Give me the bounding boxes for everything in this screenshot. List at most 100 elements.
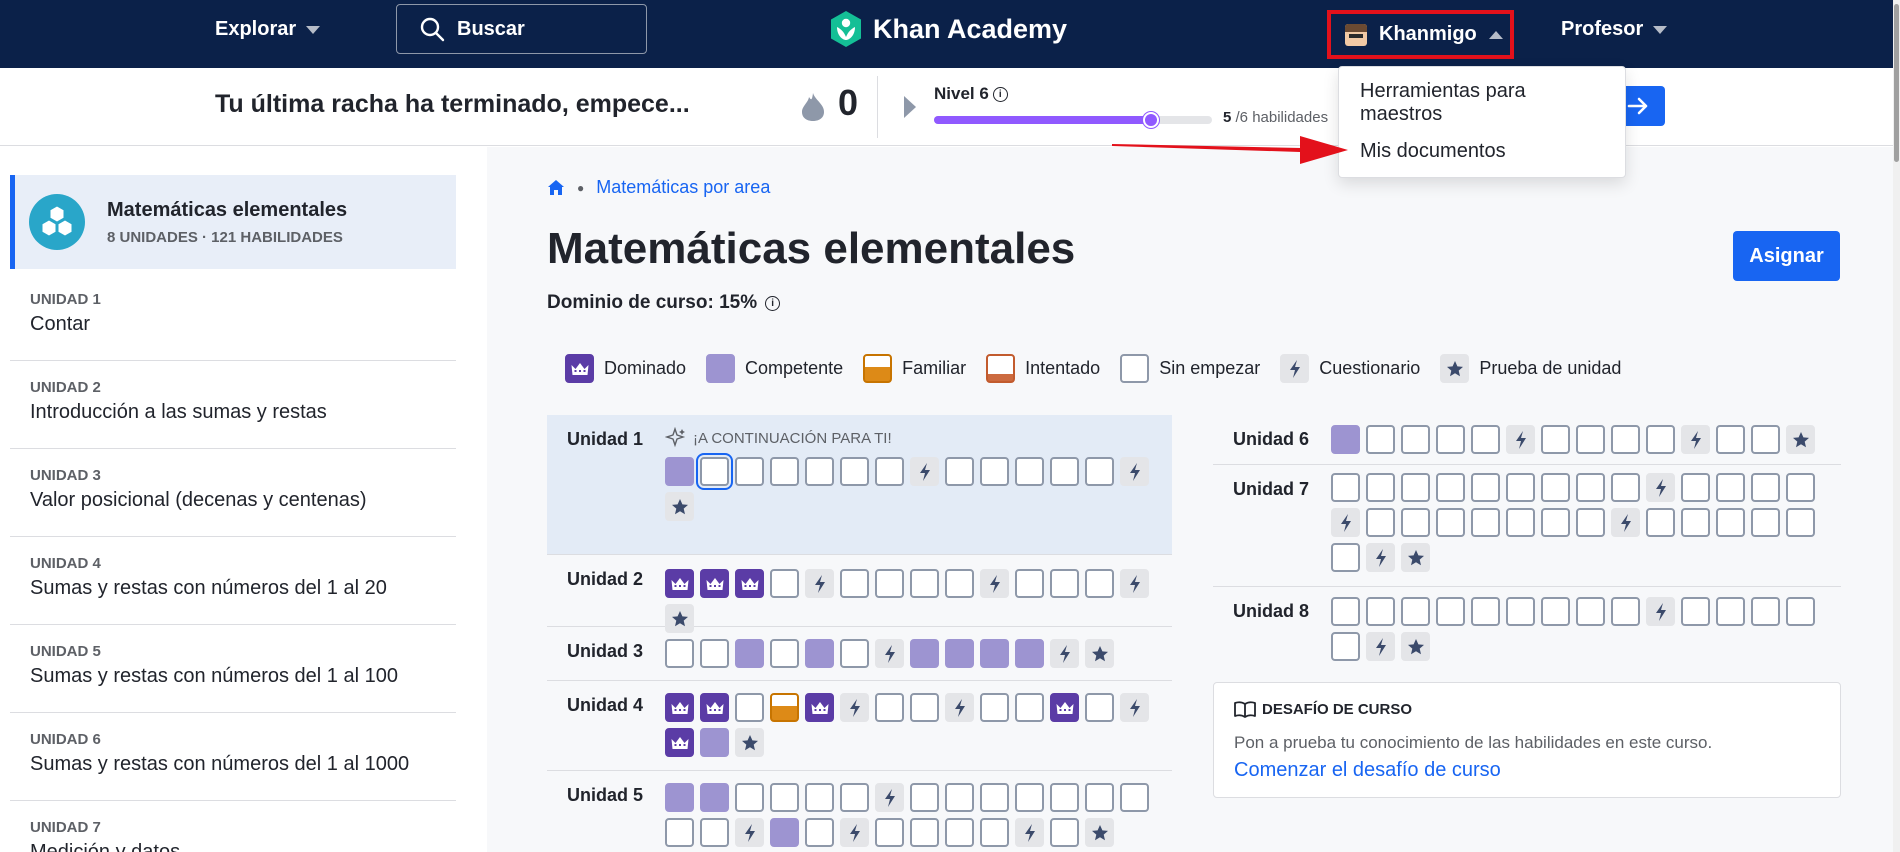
skill-not-started[interactable] (770, 639, 799, 668)
skill-not-started[interactable] (1471, 508, 1500, 537)
skill-not-started[interactable] (1471, 425, 1500, 454)
skill-not-started[interactable] (910, 569, 939, 598)
quiz-box[interactable] (735, 818, 764, 847)
skill-not-started[interactable] (1646, 508, 1675, 537)
quiz-box[interactable] (1366, 632, 1395, 661)
skill-not-started[interactable] (980, 783, 1009, 812)
skill-not-started[interactable] (805, 457, 834, 486)
skill-not-started[interactable] (735, 693, 764, 722)
quiz-box[interactable] (980, 569, 1009, 598)
info-icon[interactable]: i (992, 86, 1008, 102)
sidebar-unit-1[interactable]: UNIDAD 1 Contar (10, 273, 456, 361)
unit-test-box[interactable] (1401, 543, 1430, 572)
skill-not-started[interactable] (1085, 693, 1114, 722)
skill-not-started[interactable] (805, 783, 834, 812)
quiz-box[interactable] (1120, 457, 1149, 486)
skill-not-started[interactable] (1401, 508, 1430, 537)
quiz-box[interactable] (910, 457, 939, 486)
skill-not-started[interactable] (1401, 473, 1430, 502)
start-challenge-link[interactable]: Comenzar el desafío de curso (1234, 759, 1501, 782)
skill-mastered[interactable] (665, 569, 694, 598)
skill-not-started[interactable] (1541, 508, 1570, 537)
profile-menu[interactable]: Profesor (1561, 18, 1668, 41)
quiz-box[interactable] (1646, 473, 1675, 502)
skill-not-started[interactable] (1611, 597, 1640, 626)
skill-not-started[interactable] (980, 818, 1009, 847)
home-icon[interactable] (547, 179, 565, 196)
skill-not-started[interactable] (1716, 597, 1745, 626)
breadcrumb-link[interactable]: Matemáticas por area (596, 177, 770, 198)
skill-not-started[interactable] (1015, 457, 1044, 486)
khanmigo-menu[interactable]: Khanmigo (1327, 10, 1514, 59)
skill-not-started[interactable] (1366, 508, 1395, 537)
quiz-box[interactable] (1646, 597, 1675, 626)
skill-mastered[interactable] (700, 693, 729, 722)
quiz-box[interactable] (1120, 693, 1149, 722)
quiz-box[interactable] (1050, 639, 1079, 668)
quiz-box[interactable] (1120, 569, 1149, 598)
skill-not-started[interactable] (1716, 473, 1745, 502)
skill-not-started[interactable] (875, 818, 904, 847)
skill-proficient[interactable] (910, 639, 939, 668)
skill-not-started[interactable] (840, 457, 869, 486)
skill-not-started[interactable] (1366, 473, 1395, 502)
skill-not-started[interactable] (770, 457, 799, 486)
skill-not-started[interactable] (1366, 425, 1395, 454)
skill-not-started[interactable] (1506, 597, 1535, 626)
skill-mastered[interactable] (1050, 693, 1079, 722)
skill-not-started[interactable] (1751, 425, 1780, 454)
skill-not-started[interactable] (1331, 473, 1360, 502)
skill-not-started[interactable] (980, 693, 1009, 722)
skill-not-started[interactable] (1366, 597, 1395, 626)
quiz-box[interactable] (1331, 508, 1360, 537)
unit-test-box[interactable] (1085, 818, 1114, 847)
unit-name[interactable]: Unidad 6 (1233, 429, 1309, 450)
unit-name[interactable]: Unidad 1 (567, 429, 643, 450)
skill-proficient[interactable] (700, 728, 729, 757)
unit-test-box[interactable] (1085, 639, 1114, 668)
skill-not-started[interactable] (1436, 473, 1465, 502)
skill-not-started[interactable] (945, 783, 974, 812)
skill-not-started[interactable] (1751, 597, 1780, 626)
skill-not-started[interactable] (1471, 473, 1500, 502)
unit-name[interactable]: Unidad 2 (567, 569, 643, 590)
skill-not-started[interactable] (1751, 473, 1780, 502)
skill-not-started[interactable] (1786, 508, 1815, 537)
skill-proficient[interactable] (735, 639, 764, 668)
skill-not-started[interactable] (1085, 783, 1114, 812)
skill-not-started[interactable] (770, 783, 799, 812)
skill-not-started[interactable] (1541, 425, 1570, 454)
skill-not-started[interactable] (1576, 597, 1605, 626)
skill-mastered[interactable] (805, 693, 834, 722)
skill-proficient[interactable] (1015, 639, 1044, 668)
explore-menu[interactable]: Explorar (215, 18, 321, 41)
skill-not-started[interactable] (1611, 425, 1640, 454)
skill-not-started[interactable] (1471, 597, 1500, 626)
assign-button[interactable]: Asignar (1733, 231, 1840, 281)
skill-not-started[interactable] (665, 639, 694, 668)
unit-test-box[interactable] (1786, 425, 1815, 454)
quiz-box[interactable] (875, 783, 904, 812)
skill-not-started[interactable] (945, 818, 974, 847)
skill-not-started[interactable] (1751, 508, 1780, 537)
skill-familiar[interactable] (770, 693, 799, 722)
unit-name[interactable]: Unidad 7 (1233, 479, 1309, 500)
course-card[interactable]: Matemáticas elementales 8 UNIDADES · 121… (10, 175, 456, 269)
skill-not-started[interactable] (1576, 473, 1605, 502)
skill-not-started[interactable] (980, 457, 1009, 486)
skill-not-started[interactable] (1506, 473, 1535, 502)
skill-not-started[interactable] (735, 457, 764, 486)
skill-proficient[interactable] (770, 818, 799, 847)
skill-not-started[interactable] (910, 693, 939, 722)
play-icon[interactable] (904, 96, 916, 118)
skill-not-started[interactable] (1015, 693, 1044, 722)
skill-not-started[interactable] (875, 693, 904, 722)
quiz-box[interactable] (805, 569, 834, 598)
search-box[interactable]: Buscar (396, 4, 647, 54)
unit-test-box[interactable] (1401, 632, 1430, 661)
skill-not-started[interactable] (1120, 783, 1149, 812)
skill-not-started[interactable] (805, 818, 834, 847)
skill-not-started[interactable] (1681, 473, 1710, 502)
quiz-box[interactable] (840, 818, 869, 847)
skill-current[interactable] (696, 453, 733, 490)
